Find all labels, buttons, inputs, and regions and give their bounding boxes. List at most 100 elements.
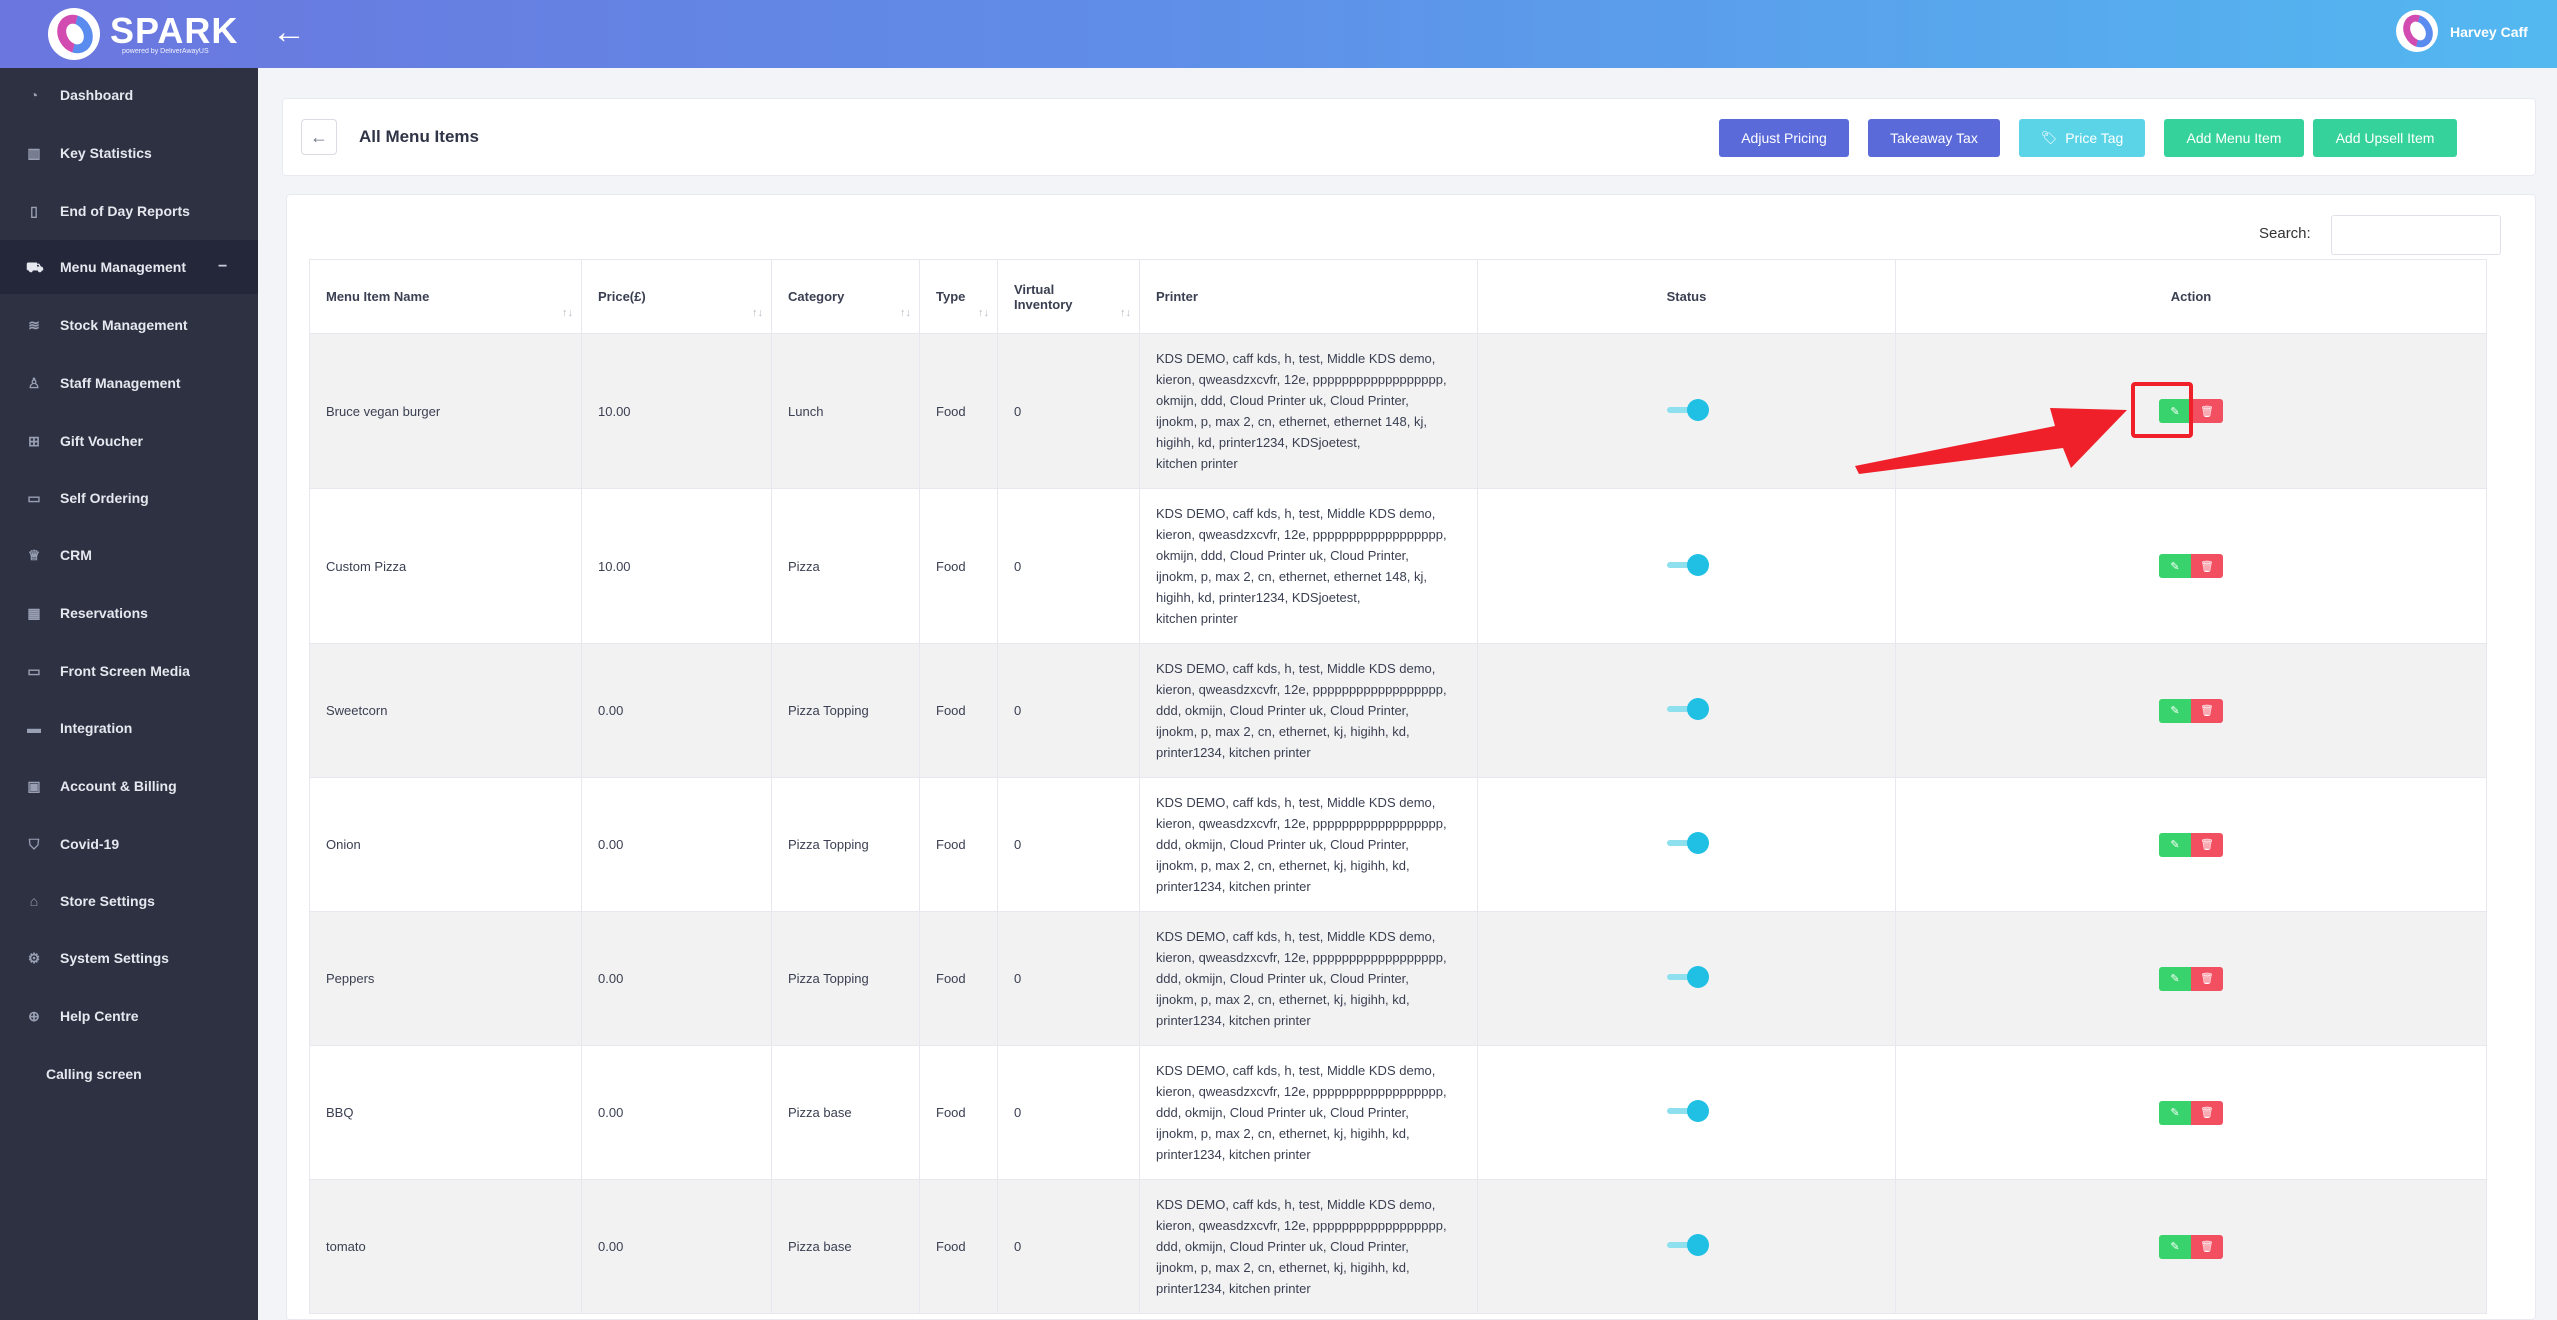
collapse-icon[interactable]: −	[218, 258, 227, 276]
edit-button[interactable]: ✎	[2159, 1234, 2191, 1259]
takeaway-tax-button[interactable]: Takeaway Tax	[1868, 119, 2000, 157]
cell-status	[1477, 488, 1896, 644]
cell-price: 0.00	[581, 777, 772, 912]
sidebar-item-system-settings[interactable]: ⚙ System Settings	[0, 931, 258, 985]
status-toggle[interactable]	[1666, 1100, 1709, 1122]
sidebar-item-integration[interactable]: ▬ Integration	[0, 701, 258, 755]
printer-line: kieron, qweasdzxcvfr, 12e, ppppppppppppp…	[1156, 1084, 1447, 1099]
cell-name: Bruce vegan burger	[309, 333, 582, 489]
edit-button[interactable]: ✎	[2159, 966, 2191, 991]
sidebar-item-label: Covid-19	[60, 836, 120, 852]
printer-line: kieron, qweasdzxcvfr, 12e, ppppppppppppp…	[1156, 1218, 1447, 1233]
edit-button[interactable]: ✎	[2159, 1100, 2191, 1125]
status-toggle[interactable]	[1666, 553, 1709, 576]
add-menu-item-button[interactable]: Add Menu Item	[2164, 119, 2304, 157]
tablet-icon: ▭	[27, 490, 41, 506]
printer-line: printer1234, kitchen printer	[1156, 1013, 1311, 1028]
sidebar-item-reservations[interactable]: ▦ Reservations	[0, 586, 258, 640]
report-icon: ▯	[30, 203, 38, 219]
cell-printer: KDS DEMO, caff kds, h, test, Middle KDS …	[1139, 1045, 1478, 1180]
delete-button[interactable]: 🗑	[2191, 554, 2223, 578]
status-toggle[interactable]	[1666, 698, 1709, 720]
printer-line: kitchen printer	[1156, 456, 1238, 471]
sidebar-item-staff-management[interactable]: ♙ Staff Management	[0, 356, 258, 410]
delete-button[interactable]: 🗑	[2191, 698, 2223, 723]
laptop-icon: ▭	[27, 663, 41, 679]
sidebar-item-label: Reservations	[60, 605, 148, 621]
avatar[interactable]	[2396, 10, 2438, 52]
price-tag-button[interactable]: 🏷 Price Tag	[2019, 119, 2145, 157]
printer-line: printer1234, kitchen printer	[1156, 879, 1311, 894]
column-header-virtual-inventory[interactable]: Virtual Inventory ↑↓	[997, 259, 1140, 334]
sidebar-item-menu-management[interactable]: ⛟ Menu Management −	[0, 240, 258, 294]
sort-icon: ↑↓	[562, 307, 573, 319]
printer-line: ddd, okmijn, Cloud Printer uk, Cloud Pri…	[1156, 1239, 1409, 1254]
delete-button[interactable]: 🗑	[2191, 832, 2223, 857]
back-button[interactable]: ←	[301, 119, 337, 155]
globe-icon: ⊕	[28, 1008, 40, 1024]
dashboard-icon: ◔	[29, 87, 39, 103]
column-header-price[interactable]: Price(£) ↑↓	[581, 259, 772, 334]
sidebar-item-dashboard[interactable]: ◔ Dashboard	[0, 68, 258, 122]
status-toggle[interactable]	[1666, 1234, 1709, 1256]
database-icon: ≋	[28, 317, 40, 333]
delete-button[interactable]: 🗑	[2191, 399, 2223, 423]
cell-type: Food	[919, 333, 998, 489]
delete-button[interactable]: 🗑	[2191, 966, 2223, 991]
sidebar-item-covid-19[interactable]: ⛉ Covid-19	[0, 817, 258, 871]
cell-type: Food	[919, 643, 998, 778]
column-header-printer: Printer	[1139, 259, 1478, 334]
search-label: Search:	[2259, 225, 2311, 242]
printer-line: ijnokm, p, max 2, cn, ethernet, kj, higi…	[1156, 724, 1410, 739]
delete-button[interactable]: 🗑	[2191, 1100, 2223, 1125]
cell-printer: KDS DEMO, caff kds, h, test, Middle KDS …	[1139, 643, 1478, 778]
sidebar-item-label: Menu Management	[60, 259, 187, 275]
sidebar-item-label: Dashboard	[60, 87, 134, 103]
search-input[interactable]	[2331, 215, 2501, 255]
adjust-pricing-button[interactable]: Adjust Pricing	[1719, 119, 1849, 157]
status-toggle[interactable]	[1666, 832, 1709, 854]
printer-line: kieron, qweasdzxcvfr, 12e, ppppppppppppp…	[1156, 527, 1447, 542]
sidebar-item-crm[interactable]: ♕ CRM	[0, 528, 258, 582]
sidebar-item-self-ordering[interactable]: ▭ Self Ordering	[0, 471, 258, 525]
printer-line: printer1234, kitchen printer	[1156, 745, 1311, 760]
status-toggle[interactable]	[1666, 966, 1709, 988]
sidebar-item-stock-management[interactable]: ≋ Stock Management	[0, 298, 258, 352]
sidebar-item-end-of-day-reports[interactable]: ▯ End of Day Reports	[0, 184, 258, 238]
sidebar-item-front-screen-media[interactable]: ▭ Front Screen Media	[0, 644, 258, 698]
edit-button[interactable]: ✎	[2159, 832, 2191, 857]
printer-line: kieron, qweasdzxcvfr, 12e, ppppppppppppp…	[1156, 372, 1447, 387]
sidebar-item-help-centre[interactable]: ⊕ Help Centre	[0, 989, 258, 1043]
printer-line: KDS DEMO, caff kds, h, test, Middle KDS …	[1156, 506, 1436, 521]
sidebar-item-label: Stock Management	[60, 317, 188, 333]
cell-action: ✎ 🗑	[1895, 911, 2487, 1046]
cell-action: ✎ 🗑	[1895, 777, 2487, 912]
status-toggle[interactable]	[1666, 398, 1709, 421]
add-upsell-item-button[interactable]: Add Upsell Item	[2313, 119, 2457, 157]
gear-icon: ⚙	[27, 950, 41, 966]
printer-line: KDS DEMO, caff kds, h, test, Middle KDS …	[1156, 351, 1436, 366]
cell-name: Custom Pizza	[309, 488, 582, 644]
sidebar-item-store-settings[interactable]: ⌂ Store Settings	[0, 874, 258, 928]
printer-line: kieron, qweasdzxcvfr, 12e, ppppppppppppp…	[1156, 816, 1447, 831]
sidebar-item-gift-voucher[interactable]: ⊞ Gift Voucher	[0, 414, 258, 468]
annotation-arrow-icon	[1855, 408, 2127, 474]
table-row: BBQ 0.00 Pizza base Food 0 KDS DEMO, caff kds…	[309, 1045, 2487, 1180]
column-header-type[interactable]: Type ↑↓	[919, 259, 998, 334]
sidebar-item-label: Self Ordering	[60, 490, 149, 506]
sidebar-item-account-billing[interactable]: ▣ Account & Billing	[0, 759, 258, 813]
sidebar-item-calling-screen[interactable]: Calling screen	[0, 1047, 258, 1101]
column-header-category[interactable]: Category ↑↓	[771, 259, 920, 334]
user-name[interactable]: Harvey Caff	[2450, 24, 2528, 40]
sidebar-item-label: End of Day Reports	[60, 203, 190, 219]
user-icon: ♙	[27, 375, 41, 391]
cell-type: Food	[919, 488, 998, 644]
arrow-left-icon[interactable]: ←	[272, 14, 306, 50]
edit-button[interactable]: ✎	[2159, 554, 2191, 578]
cell-name: Peppers	[309, 911, 582, 1046]
trash-icon: 🗑	[2200, 705, 2214, 717]
delete-button[interactable]: 🗑	[2191, 1234, 2223, 1259]
sidebar-item-key-statistics[interactable]: ▥ Key Statistics	[0, 126, 258, 180]
edit-button[interactable]: ✎	[2159, 698, 2191, 723]
column-header-name[interactable]: Menu Item Name ↑↓	[309, 259, 582, 334]
